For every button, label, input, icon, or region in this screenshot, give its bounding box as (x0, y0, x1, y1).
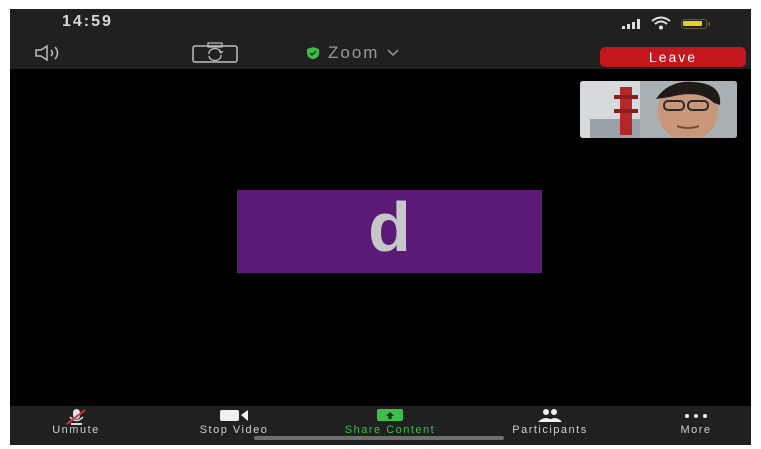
self-video-image (580, 81, 737, 138)
meeting-title-button[interactable]: Zoom (306, 42, 399, 64)
self-video-thumbnail[interactable] (580, 81, 737, 138)
muted-mic-icon (66, 409, 86, 425)
zoom-meeting-screen: 14:59 Zoom Leave d Unmute Stop Video Sha… (10, 9, 751, 445)
more-button[interactable]: More (666, 406, 726, 445)
more-dots-icon (685, 414, 707, 418)
chevron-down-icon (387, 49, 399, 57)
leave-button[interactable]: Leave (600, 47, 746, 67)
stop-video-label: Stop Video (199, 424, 269, 436)
meeting-top-bar: Zoom Leave (10, 37, 751, 69)
share-content-label: Share Content (344, 424, 436, 436)
speaker-button[interactable] (34, 43, 68, 63)
signal-icon (622, 19, 640, 29)
switch-camera-icon (192, 42, 238, 63)
share-arrow-icon (377, 409, 403, 421)
participant-avatar-tile[interactable]: d (237, 190, 542, 273)
speaker-icon (35, 44, 59, 62)
battery-icon (681, 19, 710, 29)
video-stage: d (10, 69, 751, 406)
shield-icon (307, 47, 319, 59)
wifi-icon (651, 16, 671, 30)
more-label: More (680, 424, 712, 436)
home-indicator[interactable] (254, 436, 504, 440)
unmute-label: Unmute (52, 424, 100, 436)
unmute-button[interactable]: Unmute (28, 406, 124, 445)
switch-camera-button[interactable] (190, 42, 240, 64)
avatar-initial: d (368, 187, 411, 266)
participants-button[interactable]: Participants (486, 406, 614, 445)
status-bar: 14:59 (10, 9, 751, 37)
video-camera-icon (220, 410, 248, 421)
status-time: 14:59 (62, 13, 113, 30)
participants-label: Participants (512, 424, 588, 436)
participants-icon (538, 409, 562, 422)
meeting-title: Zoom (328, 43, 380, 62)
